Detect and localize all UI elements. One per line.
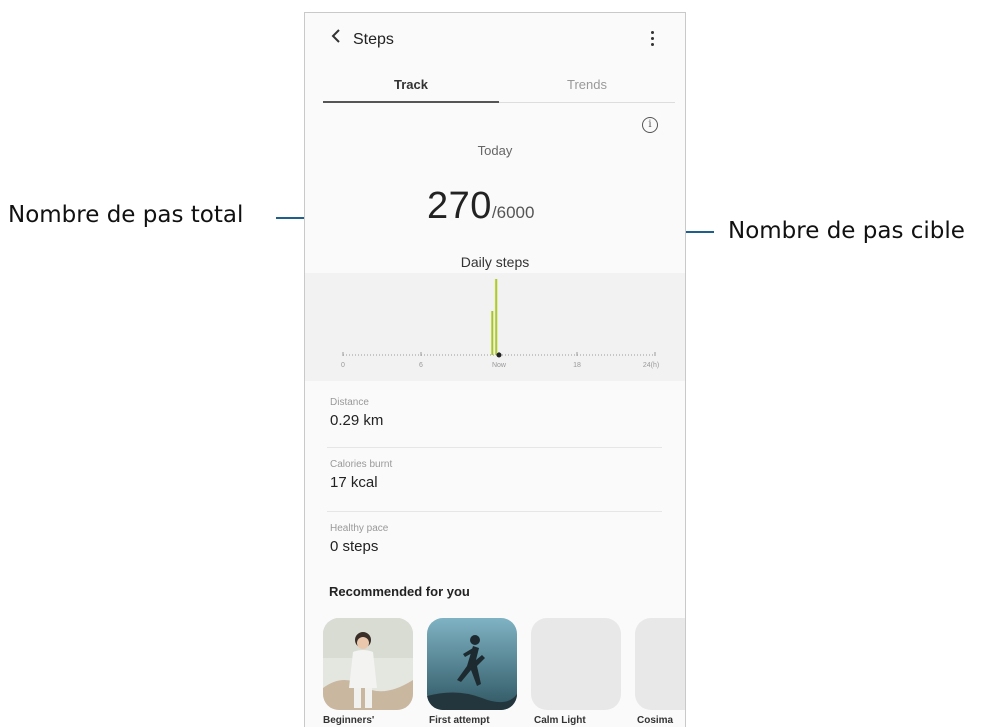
back-button[interactable] (329, 27, 343, 51)
tab-bar: Track Trends (323, 73, 675, 105)
metric-calories: Calories burnt 17 kcal (305, 449, 685, 511)
metric-value: 0.29 km (330, 412, 384, 429)
daily-steps-chart-svg: 0 6 Now 18 24(h) (341, 279, 659, 369)
more-options-button[interactable] (650, 31, 656, 49)
metric-label: Distance (330, 397, 369, 408)
step-count: 270/6000 (427, 185, 534, 228)
metric-value: 0 steps (330, 538, 379, 555)
card-label-cosima: Cosima (637, 715, 674, 726)
runner-silhouette-photo (427, 618, 517, 710)
woman-fitness-photo (323, 618, 413, 710)
more-vertical-icon (650, 31, 656, 46)
recommended-card-calm-light[interactable] (531, 618, 621, 710)
metric-label: Calories burnt (330, 459, 393, 470)
chart-now-marker (496, 352, 502, 358)
chart-tick-label: 0 (341, 362, 345, 369)
callout-target-steps: Nombre de pas cible (728, 218, 965, 244)
daily-steps-chart: 0 6 Now 18 24(h) (305, 273, 685, 381)
divider (327, 447, 662, 448)
divider (327, 511, 662, 512)
target-steps-value: /6000 (491, 203, 535, 222)
tab-selected-indicator (323, 101, 499, 103)
total-steps-value: 270 (427, 185, 492, 227)
callout-total-steps: Nombre de pas total (8, 202, 244, 228)
recommended-title: Recommended for you (329, 584, 470, 599)
period-label: Today (477, 143, 513, 158)
phone-screen: Steps Track Trends i Today 270/6000 Dail… (304, 12, 686, 727)
chevron-left-icon (331, 29, 340, 43)
recommended-card-beginners[interactable] (323, 618, 413, 710)
metric-value: 17 kcal (330, 474, 378, 491)
recommended-card-first-attempt[interactable] (427, 618, 517, 710)
recommended-card-cosima[interactable] (635, 618, 685, 710)
tab-divider (499, 102, 675, 103)
chart-tick-label: 24(h) (643, 362, 659, 369)
chart-title: Daily steps (460, 254, 530, 270)
info-icon[interactable]: i (642, 117, 658, 133)
card-label-first-attempt: First attempt (429, 715, 490, 726)
card-label-beginners: Beginners' (323, 715, 375, 726)
chart-tick-label: Now (492, 362, 507, 369)
app-bar: Steps (305, 13, 685, 73)
metric-distance: Distance 0.29 km (305, 385, 685, 447)
metric-healthy-pace: Healthy pace 0 steps (305, 513, 685, 575)
tab-trends[interactable]: Trends (499, 77, 675, 92)
tab-track[interactable]: Track (323, 77, 499, 92)
chart-tick-label: 18 (573, 362, 581, 369)
metric-label: Healthy pace (330, 523, 389, 534)
chart-tick-label: 6 (419, 362, 423, 369)
page-title: Steps (353, 31, 394, 48)
card-label-calm-light: Calm Light (534, 715, 586, 726)
